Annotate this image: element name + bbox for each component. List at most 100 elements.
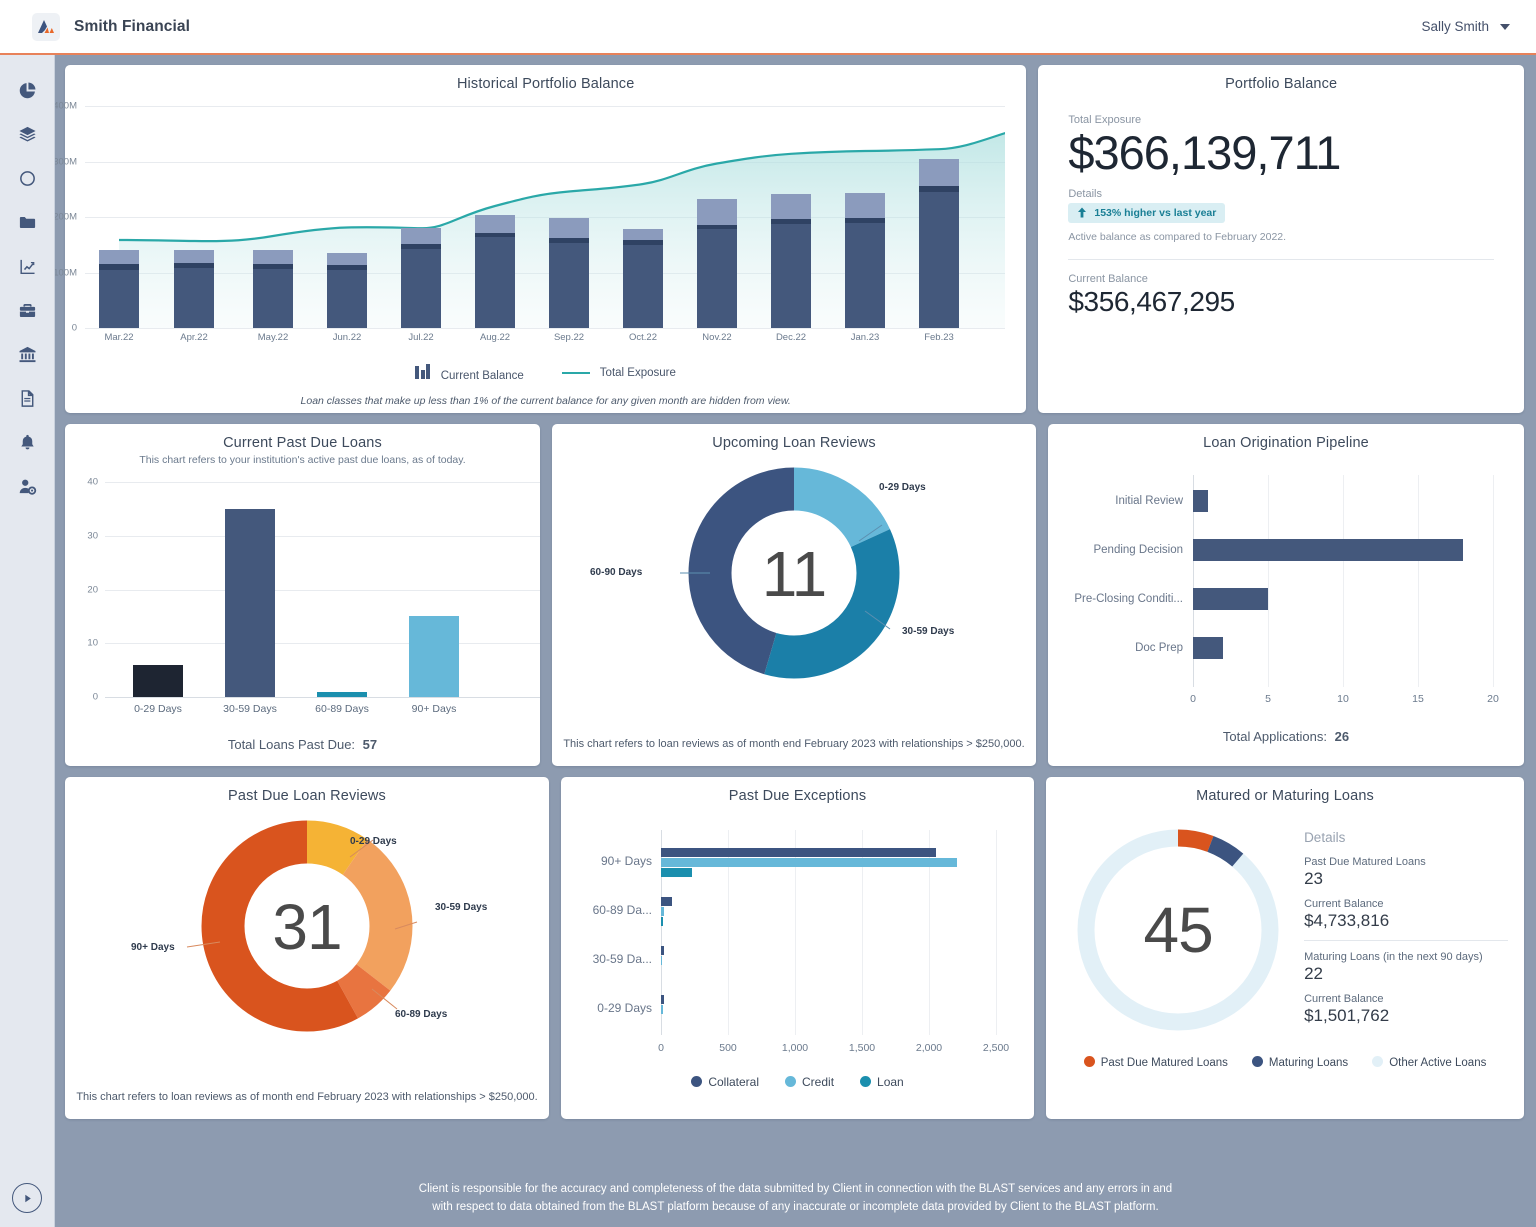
- sidebar-item-documents[interactable]: [10, 205, 44, 239]
- bar-30-59-days[interactable]: [225, 509, 275, 697]
- past-due-plot: 40 30 20 10 0 0-29 Days 30-59 Days 60-89…: [105, 482, 540, 697]
- user-name: Sally Smith: [1421, 19, 1489, 34]
- bar-90plus-credit[interactable]: [661, 858, 957, 867]
- upcoming-footnote: This chart refers to loan reviews as of …: [552, 738, 1036, 750]
- maturing-label: Maturing Loans (in the next 90 days): [1304, 951, 1508, 963]
- divider: [1304, 940, 1508, 941]
- bar-initial-review[interactable]: [1193, 490, 1208, 512]
- bar-stack[interactable]: [174, 250, 214, 328]
- slice-label-90-plus: 90+ Days: [131, 942, 175, 953]
- slice-label-0-29: 0-29 Days: [350, 836, 397, 847]
- bar-doc-prep[interactable]: [1193, 637, 1223, 659]
- pipeline-total-label: Total Applications:: [1223, 729, 1327, 744]
- bar-stack[interactable]: [253, 250, 293, 328]
- past-due-matured-label: Past Due Matured Loans: [1304, 856, 1508, 868]
- x-tick: Mar.22: [104, 332, 133, 343]
- legend-label: Maturing Loans: [1269, 1057, 1348, 1069]
- legend-item-loan[interactable]: Loan: [860, 1075, 904, 1089]
- bar-stack[interactable]: [475, 215, 515, 328]
- historical-title: Historical Portfolio Balance: [65, 65, 1026, 92]
- cat-initial-review: Initial Review: [1115, 495, 1183, 507]
- pipeline-total: Total Applications: 26: [1048, 729, 1524, 744]
- bell-icon: [18, 433, 37, 452]
- bar-6089-credit[interactable]: [661, 907, 664, 916]
- donut-center-value: 11: [762, 537, 826, 611]
- expand-sidebar-button[interactable]: [12, 1183, 42, 1213]
- legend-dot-icon: [860, 1076, 871, 1087]
- card-loan-origination-pipeline: Loan Origination Pipeline Initial Review…: [1048, 424, 1524, 766]
- bar-stack[interactable]: [401, 228, 441, 328]
- footer-line-2: with respect to data obtained from the B…: [115, 1199, 1476, 1217]
- current-balance-label: Current Balance: [1068, 273, 1494, 285]
- legend-label: Collateral: [708, 1075, 759, 1089]
- sidebar-item-status[interactable]: [10, 161, 44, 195]
- sidebar-item-institutions[interactable]: [10, 337, 44, 371]
- bar-60-89-days[interactable]: [317, 692, 367, 697]
- total-exposure-label: Total Exposure: [1068, 114, 1494, 126]
- sidebar-item-dashboard[interactable]: [10, 73, 44, 107]
- bar-stack[interactable]: [623, 229, 663, 328]
- bar-90-plus-days[interactable]: [409, 616, 459, 697]
- legend-item-past-due-matured[interactable]: Past Due Matured Loans: [1084, 1056, 1228, 1069]
- bar-029-collateral[interactable]: [661, 995, 664, 1004]
- portfolio-note: Active balance as compared to February 2…: [1068, 231, 1494, 243]
- sidebar-item-alerts[interactable]: [10, 425, 44, 459]
- bar-stack[interactable]: [549, 218, 589, 328]
- legend-item-total-exposure[interactable]: Total Exposure: [562, 367, 676, 379]
- card-portfolio-balance: Portfolio Balance Total Exposure $366,13…: [1038, 65, 1524, 413]
- legend-item-collateral[interactable]: Collateral: [691, 1075, 759, 1089]
- cat-60-89-days: 60-89 Da...: [593, 903, 652, 917]
- bar-3059-collateral[interactable]: [661, 946, 664, 955]
- past-due-reviews-donut: 0-29 Days 30-59 Days 60-89 Days 90+ Days…: [65, 804, 549, 1049]
- exceptions-plot: 90+ Days 60-89 Da... 30-59 Da... 0-29 Da…: [661, 830, 996, 1035]
- legend-item-credit[interactable]: Credit: [785, 1075, 834, 1089]
- past-due-balance-label: Current Balance: [1304, 898, 1508, 910]
- bar-stack[interactable]: [327, 253, 367, 328]
- play-circle-icon: [22, 1193, 33, 1204]
- cat-30-59-days: 30-59 Da...: [593, 952, 652, 966]
- x-tick: 1,500: [849, 1042, 875, 1054]
- bar-stack[interactable]: [919, 159, 959, 328]
- past-due-reviews-title: Past Due Loan Reviews: [65, 777, 549, 804]
- card-upcoming-loan-reviews: Upcoming Loan Reviews 0-29 Days 30-59 Da…: [552, 424, 1036, 766]
- bar-pre-closing[interactable]: [1193, 588, 1268, 610]
- matured-legend: Past Due Matured Loans Maturing Loans Ot…: [1046, 1056, 1524, 1069]
- sidebar-item-reports[interactable]: [10, 381, 44, 415]
- app-header: Smith Financial Sally Smith: [0, 0, 1536, 55]
- bar-6089-loan[interactable]: [661, 917, 663, 926]
- bar-6089-collateral[interactable]: [661, 897, 672, 906]
- bar-stack[interactable]: [697, 199, 737, 328]
- bar-stack[interactable]: [845, 193, 885, 328]
- mountain-logo-icon: [36, 17, 56, 37]
- pipeline-plot: Initial Review Pending Decision Pre-Clos…: [1193, 475, 1493, 687]
- sidebar-item-portfolio[interactable]: [10, 117, 44, 151]
- bar-90plus-loan[interactable]: [661, 868, 692, 877]
- sidebar-item-analytics[interactable]: [10, 249, 44, 283]
- bar-3059-credit[interactable]: [661, 956, 662, 965]
- y-tick: 40: [87, 477, 98, 488]
- bar-stack[interactable]: [771, 194, 811, 328]
- bank-icon: [18, 345, 37, 364]
- card-past-due-loan-reviews: Past Due Loan Reviews 0-29 Days: [65, 777, 549, 1119]
- legend-item-other-active[interactable]: Other Active Loans: [1372, 1056, 1486, 1069]
- line-icon: [562, 372, 590, 375]
- sidebar-item-admin[interactable]: [10, 469, 44, 503]
- chevron-down-icon: [1500, 24, 1510, 30]
- bar-0-29-days[interactable]: [133, 665, 183, 697]
- past-due-reviews-footnote: This chart refers to loan reviews as of …: [65, 1091, 549, 1103]
- bar-pending-decision[interactable]: [1193, 539, 1463, 561]
- legend-label: Past Due Matured Loans: [1101, 1057, 1228, 1069]
- x-tick: Apr.22: [180, 332, 207, 343]
- user-menu[interactable]: Sally Smith: [1421, 19, 1510, 34]
- legend-item-maturing[interactable]: Maturing Loans: [1252, 1056, 1348, 1069]
- bar-stack[interactable]: [99, 250, 139, 328]
- matured-details: Details Past Due Matured Loans 23 Curren…: [1304, 810, 1508, 1050]
- legend-item-current-balance[interactable]: Current Balance: [415, 364, 523, 382]
- exceptions-title: Past Due Exceptions: [561, 777, 1034, 804]
- maturing-balance-value: $1,501,762: [1304, 1006, 1508, 1026]
- sidebar-item-loans[interactable]: [10, 293, 44, 327]
- bar-90plus-collateral[interactable]: [661, 848, 936, 857]
- dashboard-row-1: Historical Portfolio Balance 400M 300M 2…: [65, 65, 1524, 413]
- current-balance-value: $356,467,295: [1068, 286, 1494, 318]
- bar-029-credit[interactable]: [661, 1005, 663, 1014]
